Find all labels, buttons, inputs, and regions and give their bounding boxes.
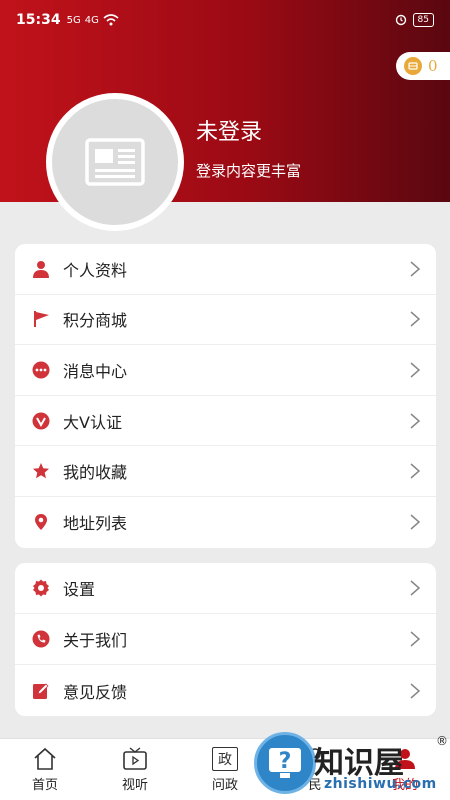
menu-item-label: 我的收藏	[63, 463, 128, 483]
me-icon	[395, 749, 415, 769]
login-status-title[interactable]: 未登录	[196, 114, 262, 146]
coin-icon	[404, 57, 422, 75]
tab-label: 视听	[121, 778, 148, 793]
tab-ask[interactable]: 政 问政	[180, 739, 270, 800]
menu-item-label: 积分商城	[63, 311, 128, 331]
signal-2-icon: 4G	[84, 14, 99, 26]
tab-home[interactable]: 首页	[0, 739, 90, 800]
wifi-icon	[103, 14, 119, 26]
verified-v-icon	[31, 411, 51, 431]
tab-label: 我的	[391, 778, 418, 793]
menu-item-label: 设置	[63, 580, 96, 599]
people-icon	[304, 748, 326, 770]
phone-icon	[31, 629, 51, 649]
menu-item-label: 意见反馈	[63, 682, 128, 702]
coin-count: 0	[428, 57, 438, 75]
menu-item-label: 地址列表	[63, 514, 128, 534]
chevron-right-icon	[410, 413, 421, 429]
tab-label: 首页	[31, 778, 58, 793]
status-bar: 15:34 5G 4G 85	[0, 0, 450, 40]
coin-badge[interactable]: 0	[396, 52, 450, 80]
bottom-tab-bar: 首页 视听 政 问政 民 我的	[0, 738, 450, 800]
chat-bubble-icon	[31, 360, 51, 380]
edit-icon	[31, 681, 51, 701]
status-right: 85	[395, 13, 434, 27]
chevron-right-icon	[410, 463, 421, 479]
home-icon	[34, 747, 56, 770]
chevron-right-icon	[410, 261, 421, 277]
tab-label: 问政	[211, 778, 238, 793]
chevron-right-icon	[410, 682, 421, 699]
ask-icon: 政	[212, 747, 238, 771]
tab-media[interactable]: 视听	[90, 739, 180, 800]
menu-card-secondary: 设置 关于我们 意见反馈	[15, 563, 436, 716]
status-time: 15:34	[16, 12, 61, 28]
gear-icon	[31, 578, 51, 598]
chevron-right-icon	[410, 311, 421, 327]
menu-item-label: 关于我们	[63, 631, 128, 650]
tab-label: 民	[308, 778, 322, 793]
menu-item-messages[interactable]: 消息中心	[15, 345, 436, 396]
chevron-right-icon	[410, 580, 421, 596]
newspaper-icon	[85, 138, 145, 186]
status-signal-icons: 5G 4G	[67, 14, 119, 26]
menu-item-verification[interactable]: 大V认证	[15, 396, 436, 447]
menu-item-about-us[interactable]: 关于我们	[15, 614, 436, 665]
battery-icon: 85	[412, 13, 434, 27]
signal-1-icon: 5G	[66, 14, 81, 26]
menu-item-profile[interactable]: 个人资料	[15, 244, 436, 295]
chevron-right-icon	[410, 514, 421, 530]
login-prompt-text[interactable]: 登录内容更丰富	[196, 160, 301, 181]
menu-item-label: 个人资料	[63, 260, 128, 280]
chevron-right-icon	[410, 631, 421, 647]
menu-item-address-list[interactable]: 地址列表	[15, 497, 436, 548]
menu-item-favorites[interactable]: 我的收藏	[15, 446, 436, 497]
menu-item-settings[interactable]: 设置	[15, 563, 436, 614]
location-pin-icon	[31, 512, 51, 532]
person-icon	[31, 259, 51, 279]
menu-card-primary: 个人资料 积分商城 消息中心 大V认证 我的收藏 地址列表	[15, 244, 436, 548]
flag-icon	[31, 309, 51, 329]
star-icon	[31, 461, 51, 481]
tab-mine[interactable]: 我的	[360, 739, 450, 800]
tv-icon	[123, 747, 147, 770]
chevron-right-icon	[410, 362, 421, 378]
alarm-icon	[395, 14, 406, 26]
menu-item-label: 大V认证	[63, 412, 122, 432]
tab-people[interactable]: 民	[270, 739, 360, 800]
menu-item-points-mall[interactable]: 积分商城	[15, 295, 436, 346]
menu-item-feedback[interactable]: 意见反馈	[15, 665, 436, 716]
menu-item-label: 消息中心	[63, 361, 128, 381]
avatar[interactable]	[46, 93, 184, 231]
